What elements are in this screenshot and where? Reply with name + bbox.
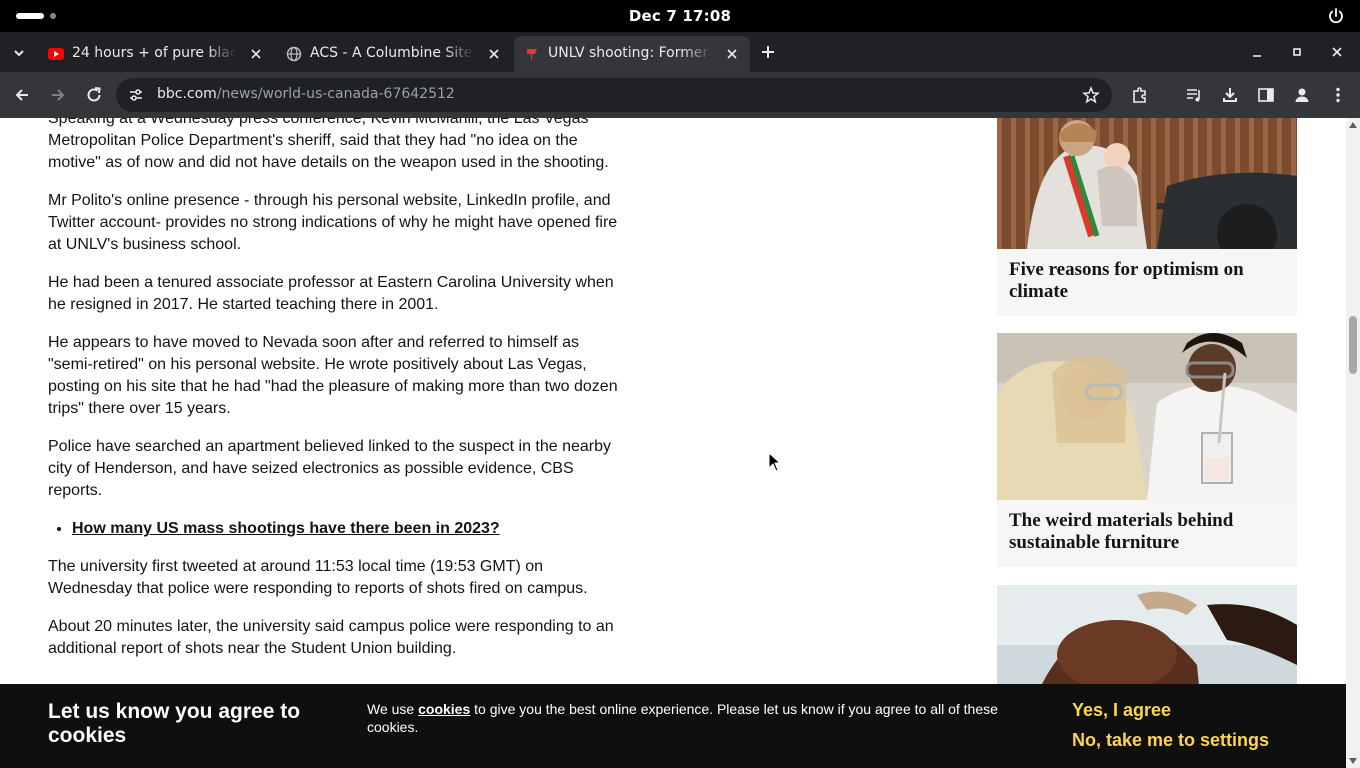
promo-image-climate[interactable]: [997, 118, 1297, 249]
power-icon[interactable]: [1328, 8, 1344, 24]
related-link-list: How many US mass shootings have there be…: [72, 518, 620, 540]
kebab-menu-icon[interactable]: [1328, 85, 1348, 105]
article-body: Speaking at a Wednesday press conference…: [48, 118, 620, 676]
promo-caption[interactable]: Five reasons for optimism on climate: [997, 249, 1297, 303]
article-paragraph: Mr Polito's online presence - through hi…: [48, 192, 618, 253]
downloads-icon[interactable]: [1220, 85, 1240, 105]
profile-icon[interactable]: [1292, 85, 1312, 105]
tab-title: UNLV shooting: Former: [548, 45, 712, 61]
extensions-puzzle-icon[interactable]: [1130, 85, 1150, 105]
woman-charging-car-image: [997, 118, 1297, 249]
site-info-icon[interactable]: [128, 87, 144, 103]
tab-title: ACS - A Columbine Site -: [310, 45, 474, 61]
agree-cookies-button[interactable]: Yes, I agree: [1072, 700, 1171, 721]
cookie-settings-button[interactable]: No, take me to settings: [1072, 730, 1269, 751]
mouse-cursor-icon: [768, 452, 780, 472]
scrollbar-thumb[interactable]: [1349, 316, 1357, 374]
article-paragraph: Speaking at a Wednesday press conference…: [48, 118, 609, 171]
reload-icon[interactable]: [84, 85, 104, 105]
system-clock[interactable]: Dec 7 17:08: [0, 7, 1360, 25]
url-domain: bbc.com: [157, 86, 217, 102]
close-tab-icon[interactable]: [486, 46, 502, 62]
article-paragraph: Police have searched an apartment believ…: [48, 438, 612, 499]
tab-title: 24 hours + of pure black: [72, 45, 236, 61]
cookie-heading: Let us know you agree to cookies: [48, 700, 301, 747]
new-tab-plus-icon[interactable]: [758, 42, 778, 62]
address-bar[interactable]: bbc.com/news/world-us-canada-67642512: [116, 78, 1112, 112]
list-item: How many US mass shootings have there be…: [72, 518, 620, 540]
maximize-icon[interactable]: [1289, 44, 1305, 60]
scientists-lab-image: [997, 333, 1297, 500]
cookie-consent-banner: Let us know you agree to cookies We use …: [0, 684, 1346, 768]
promo-card-materials[interactable]: The weird materials behind sustainable f…: [997, 333, 1297, 567]
url-text[interactable]: bbc.com/news/world-us-canada-67642512: [157, 86, 455, 102]
side-panel-icon[interactable]: [1256, 85, 1276, 105]
system-top-bar: Dec 7 17:08: [0, 0, 1360, 32]
promo-caption[interactable]: The weird materials behind sustainable f…: [997, 500, 1297, 554]
browser-toolbar: bbc.com/news/world-us-canada-67642512: [0, 72, 1360, 118]
bbc-pin-icon: [527, 49, 537, 60]
promo-card-climate[interactable]: Five reasons for optimism on climate: [997, 118, 1297, 316]
media-controls-icon[interactable]: [1184, 85, 1204, 105]
close-tab-icon[interactable]: [724, 46, 740, 62]
scroll-down-arrow-icon[interactable]: [1349, 758, 1357, 764]
close-window-icon[interactable]: [1329, 44, 1345, 60]
tab-search-chevron-icon[interactable]: [8, 42, 30, 64]
related-link-mass-shootings[interactable]: How many US mass shootings have there be…: [72, 520, 500, 537]
article-paragraph: About 20 minutes later, the university s…: [48, 618, 614, 657]
tab-unlv-shooting[interactable]: UNLV shooting: Former: [514, 36, 750, 72]
youtube-icon: [48, 48, 64, 60]
article-paragraph: He appears to have moved to Nevada soon …: [48, 334, 618, 417]
tab-youtube[interactable]: 24 hours + of pure black: [38, 36, 274, 72]
tab-strip: 24 hours + of pure black ACS - A Columbi…: [0, 32, 1360, 72]
article-paragraph: The university first tweeted at around 1…: [48, 558, 588, 597]
minimize-icon[interactable]: [1249, 44, 1265, 60]
scroll-up-arrow-icon[interactable]: [1349, 122, 1357, 128]
cookies-link[interactable]: cookies: [418, 701, 470, 717]
url-path: /news/world-us-canada-67642512: [216, 86, 455, 102]
back-arrow-icon[interactable]: [12, 85, 32, 105]
forward-arrow-icon[interactable]: [48, 85, 68, 105]
tab-columbine[interactable]: ACS - A Columbine Site -: [276, 36, 512, 72]
cookie-message-start: We use: [367, 701, 419, 717]
close-tab-icon[interactable]: [248, 46, 264, 62]
globe-icon: [286, 46, 302, 62]
article-paragraph: He had been a tenured associate professo…: [48, 274, 614, 313]
promo-image-materials[interactable]: [997, 333, 1297, 500]
cookie-message: We use cookies to give you the best onli…: [367, 700, 1037, 736]
page-scrollbar[interactable]: [1346, 118, 1360, 768]
bookmark-star-icon[interactable]: [1082, 86, 1100, 104]
web-page[interactable]: Speaking at a Wednesday press conference…: [0, 118, 1346, 768]
